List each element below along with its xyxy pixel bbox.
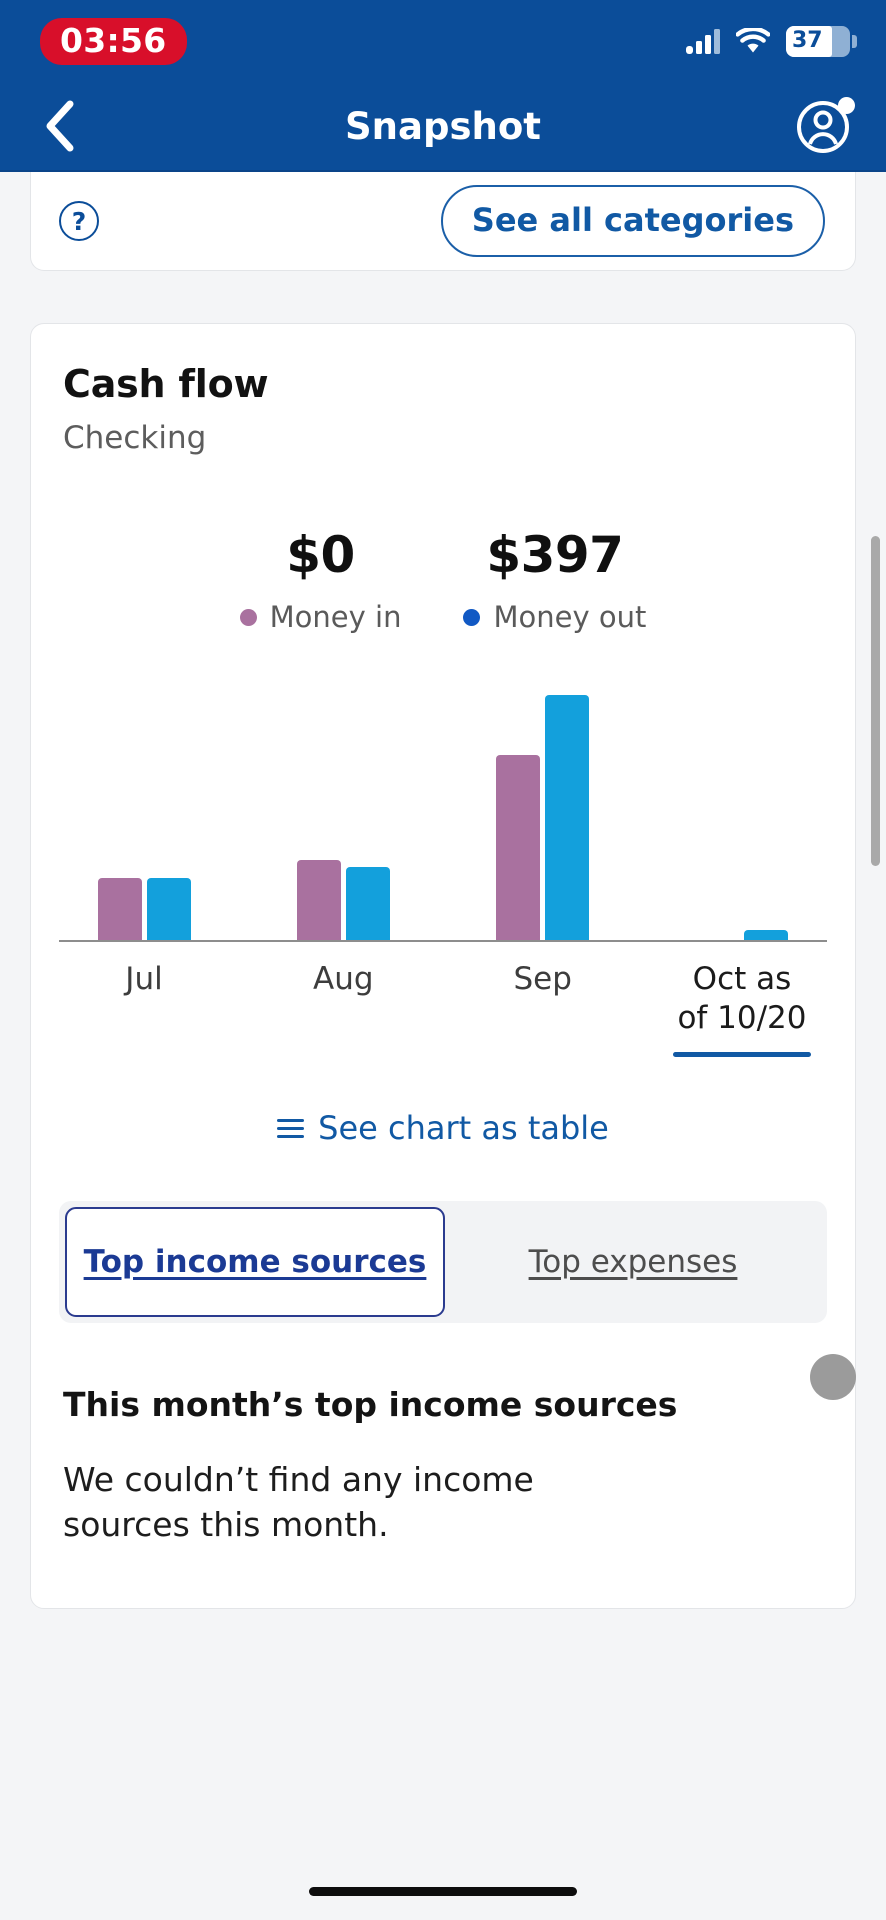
money-in-total: $0 Money in [240,526,402,634]
selected-category-underline [673,1052,811,1057]
money-in-label: Money in [270,600,402,634]
chart-bar-group[interactable] [667,692,817,940]
battery-icon: 37 [786,26,850,57]
status-icons: 37 [686,26,850,57]
bar-money-out[interactable] [346,867,390,940]
money-in-label-row: Money in [240,600,402,634]
bar-money-in[interactable] [496,755,540,940]
chevron-left-icon [44,100,74,152]
income-section-empty-message: We couldn’t find any income sources this… [31,1458,651,1608]
notification-dot [838,97,855,114]
see-all-categories-button[interactable]: See all categories [441,185,825,257]
back-button[interactable] [28,95,90,157]
cash-flow-totals: $0 Money in $397 Money out [31,526,855,634]
tab-top-expenses[interactable]: Top expenses [445,1207,821,1317]
see-chart-as-table-link[interactable]: See chart as table [31,1109,855,1147]
income-section-heading: This month’s top income sources [31,1385,855,1424]
cash-flow-title: Cash flow [31,362,855,406]
wifi-icon [736,28,770,54]
chart-bar-group[interactable] [69,692,219,940]
income-expense-tabs: Top income sources Top expenses [59,1201,827,1323]
chart-x-label[interactable]: Aug [268,960,418,1057]
bar-money-out[interactable] [147,878,191,940]
money-out-label: Money out [493,600,646,634]
money-out-swatch [463,609,480,626]
status-bar: 03:56 37 [0,0,886,82]
money-out-total: $397 Money out [463,526,646,634]
battery-level: 37 [786,30,823,52]
money-in-swatch [240,609,257,626]
chart-x-axis-labels: Jul Aug Sep Oct asof 10/20 [59,960,827,1057]
see-chart-as-table-label: See chart as table [318,1109,609,1147]
money-out-amount: $397 [463,526,646,584]
chart-x-label[interactable]: Oct asof 10/20 [667,960,817,1057]
scroll-container[interactable]: ? See all categories Cash flow Checking … [0,172,886,1920]
bar-money-out[interactable] [744,930,788,940]
chart-plot-area [59,692,827,942]
bar-money-in[interactable] [297,860,341,940]
home-indicator [309,1887,577,1896]
tab-top-income-sources[interactable]: Top income sources [65,1207,445,1317]
cash-flow-chart[interactable]: Jul Aug Sep Oct asof 10/20 [31,692,855,1057]
list-icon [277,1119,304,1138]
status-clock: 03:56 [40,18,187,65]
cash-flow-card: Cash flow Checking $0 Money in $397 Mone… [30,323,856,1609]
money-out-label-row: Money out [463,600,646,634]
profile-button[interactable] [794,95,856,157]
bar-money-out[interactable] [545,695,589,940]
money-in-amount: $0 [240,526,402,584]
page-title: Snapshot [0,105,886,148]
bar-money-in[interactable] [98,878,142,940]
vertical-scrollbar[interactable] [871,536,880,866]
categories-card: ? See all categories [30,172,856,271]
cellular-signal-icon [686,28,720,54]
cash-flow-account: Checking [31,406,855,456]
chart-x-label[interactable]: Jul [69,960,219,1057]
floating-action-button[interactable] [810,1354,856,1400]
help-icon[interactable]: ? [59,201,99,241]
chart-bar-group[interactable] [468,692,618,940]
nav-bar: Snapshot [0,82,886,172]
chart-x-label[interactable]: Sep [468,960,618,1057]
chart-bar-group[interactable] [268,692,418,940]
